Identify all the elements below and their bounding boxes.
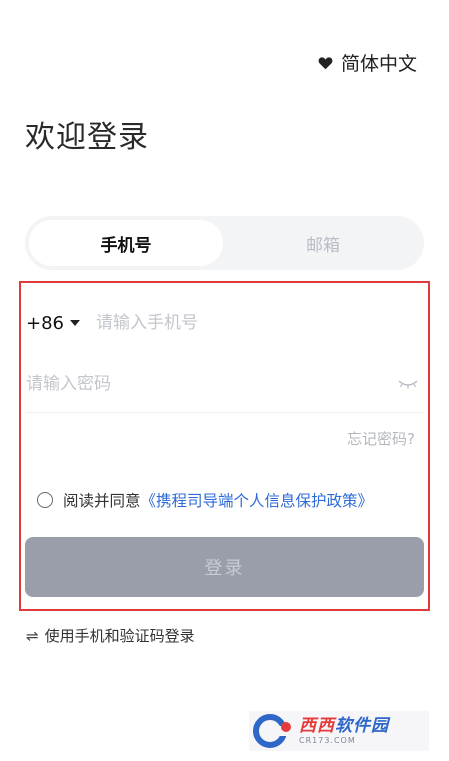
switch-login-label: 使用手机和验证码登录 (44, 627, 195, 645)
switch-login-method[interactable]: ⇌ 使用手机和验证码登录 (26, 625, 195, 646)
watermark-text: 西西软件园 CR173.COM (299, 715, 389, 745)
phone-row: +86 (26, 304, 424, 342)
login-method-tabs: 手机号 邮箱 (25, 216, 424, 270)
privacy-policy-link[interactable]: 《携程司导端个人信息保护政策》 (141, 489, 374, 511)
country-code: +86 (26, 312, 64, 334)
country-code-selector[interactable]: +86 (26, 313, 80, 334)
heart-icon (318, 56, 333, 69)
watermark-brand: 西西软件园 (299, 715, 389, 736)
password-row (26, 364, 424, 404)
tab-email[interactable]: 邮箱 (226, 220, 420, 266)
agree-text: 阅读并同意 (63, 492, 141, 510)
page-title: 欢迎登录 (25, 120, 149, 155)
phone-input[interactable] (94, 312, 398, 334)
caret-down-icon (70, 320, 80, 326)
language-label: 简体中文 (340, 53, 417, 75)
forgot-password-link[interactable]: 忘记密码? (347, 428, 415, 449)
login-button[interactable]: 登录 (25, 537, 424, 597)
agree-radio[interactable] (37, 492, 53, 508)
password-input[interactable] (26, 374, 356, 394)
language-selector[interactable]: 简体中文 (318, 49, 417, 76)
watermark-domain: CR173.COM (299, 735, 356, 745)
agreement-row: 阅读并同意 《携程司导端个人信息保护政策》 (37, 489, 373, 511)
brand-logo-icon (253, 714, 291, 748)
divider (26, 412, 424, 413)
watermark: 西西软件园 CR173.COM (249, 711, 429, 751)
eye-closed-icon[interactable] (398, 379, 418, 389)
swap-arrows-icon: ⇌ (26, 626, 39, 645)
tab-phone[interactable]: 手机号 (29, 220, 223, 266)
